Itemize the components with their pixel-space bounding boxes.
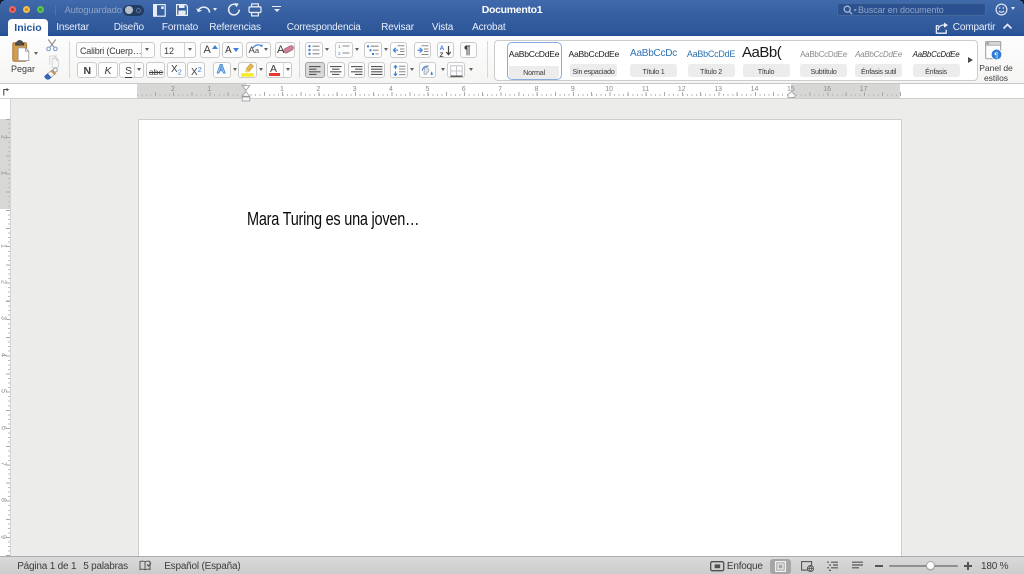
svg-text:1: 1 xyxy=(338,44,341,49)
svg-text:Z: Z xyxy=(440,52,444,58)
svg-text:¶: ¶ xyxy=(994,50,998,59)
svg-text:A: A xyxy=(440,45,445,52)
svg-text:2: 2 xyxy=(338,51,341,56)
